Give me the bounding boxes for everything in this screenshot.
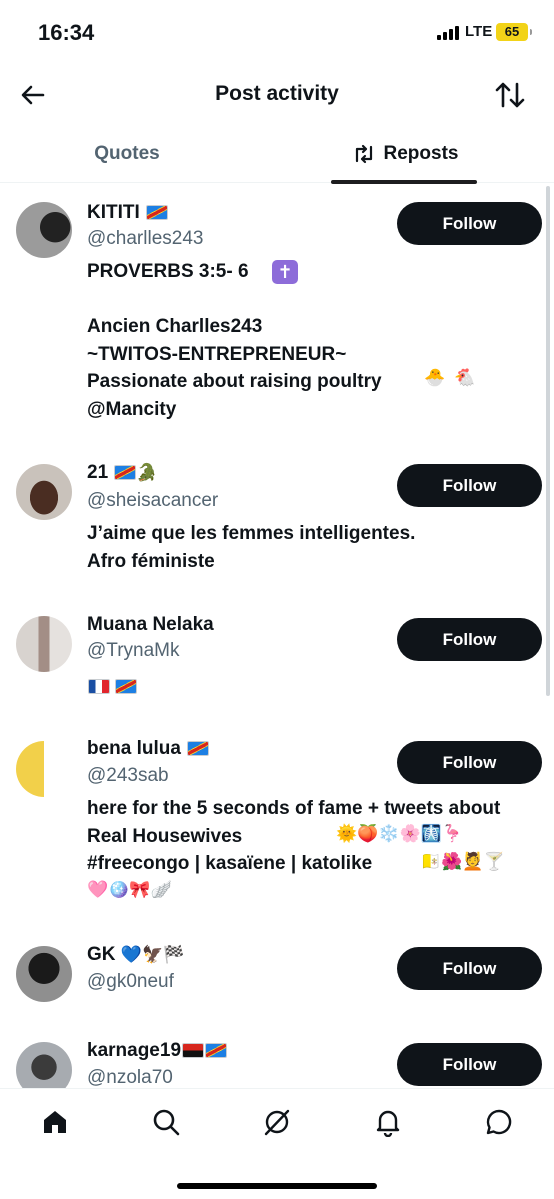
- user-handle[interactable]: @gk0neuf: [87, 971, 174, 993]
- follow-button[interactable]: Follow: [397, 202, 542, 245]
- list-item[interactable]: Muana Nelaka @TrynaMk Follow: [0, 608, 554, 738]
- messages-icon[interactable]: [484, 1107, 514, 1137]
- flamingo-icon: 🦩: [441, 824, 464, 843]
- list-item[interactable]: 21 🐊 @sheisacancer J’aime que les femmes…: [0, 456, 554, 608]
- checkered-flag-icon: 🏁: [163, 944, 185, 964]
- page-title: Post activity: [215, 82, 339, 105]
- battery-icon: 65: [496, 23, 532, 41]
- avatar[interactable]: [16, 616, 72, 672]
- vatican-flag-icon: 🇻🇦: [420, 852, 442, 871]
- cross-icon: ✝: [272, 260, 298, 284]
- notifications-icon[interactable]: [373, 1107, 403, 1138]
- follow-label: Follow: [442, 1054, 497, 1074]
- follow-label: Follow: [442, 629, 497, 649]
- name-text: karnage19: [87, 1040, 182, 1061]
- sort-icon[interactable]: [494, 80, 526, 110]
- drc-flag-icon: [114, 465, 137, 481]
- ribbon-icon: 🎀: [129, 880, 151, 899]
- chicken-icon: 🐔: [454, 368, 476, 387]
- follow-button[interactable]: Follow: [397, 1043, 542, 1086]
- user-name[interactable]: bena lulua: [87, 738, 210, 760]
- bottom-tab-bar: [0, 1088, 554, 1199]
- tab-quotes[interactable]: Quotes: [0, 124, 254, 183]
- name-text: GK: [87, 944, 116, 965]
- user-name[interactable]: GK 💙🦅🏁: [87, 944, 184, 966]
- repost-icon: [355, 144, 372, 163]
- name-text: bena lulua: [87, 738, 181, 759]
- list-item[interactable]: karnage19 @nzola70 Follow: [0, 1040, 554, 1088]
- signal-icon: [437, 26, 459, 40]
- home-indicator[interactable]: [177, 1183, 377, 1189]
- disco-ball-icon: 🪩: [108, 880, 130, 899]
- status-bar: 16:34 LTE 65: [0, 0, 554, 66]
- list-item[interactable]: GK 💙🦅🏁 @gk0neuf Follow: [0, 944, 554, 1040]
- blue-heart-icon: 💙: [120, 944, 142, 964]
- follow-button[interactable]: Follow: [397, 947, 542, 990]
- xray-icon: 🩻: [420, 824, 442, 843]
- france-flag-icon: [88, 679, 110, 695]
- name-text: 21: [87, 462, 109, 483]
- avatar[interactable]: [16, 464, 72, 520]
- follow-button[interactable]: Follow: [397, 741, 542, 784]
- list-item[interactable]: KITITI @charlles243 PROVERBS 3:5- 6 Anci…: [0, 184, 554, 456]
- wing-icon: 🪽: [150, 880, 172, 899]
- bio-emoji-group: 🇻🇦🌺💆🍸: [420, 852, 505, 872]
- reposts-list[interactable]: KITITI @charlles243 PROVERBS 3:5- 6 Anci…: [0, 184, 554, 1088]
- user-handle[interactable]: @sheisacancer: [87, 490, 218, 512]
- grok-icon[interactable]: [262, 1107, 292, 1137]
- snowflake-icon: ❄️: [378, 824, 400, 843]
- avatar[interactable]: [16, 202, 72, 258]
- avatar[interactable]: [16, 946, 72, 1002]
- peach-icon: 🍑: [357, 824, 379, 843]
- eagle-icon: 🦅: [141, 944, 164, 964]
- follow-button[interactable]: Follow: [397, 618, 542, 661]
- hatching-chick-icon: 🐣: [424, 368, 446, 387]
- follow-label: Follow: [442, 475, 497, 495]
- blossom-icon: 🌸: [399, 824, 421, 843]
- pink-heart-icon: 🩷: [87, 880, 109, 899]
- avatar[interactable]: [16, 741, 72, 797]
- user-handle[interactable]: @nzola70: [87, 1067, 173, 1088]
- user-name[interactable]: KITITI: [87, 202, 169, 224]
- activity-tabs: Quotes Reposts: [0, 124, 554, 184]
- user-bio: PROVERBS 3:5- 6 Ancien Charlles243 ~TWIT…: [87, 261, 382, 420]
- user-name[interactable]: 21 🐊: [87, 462, 158, 484]
- follow-label: Follow: [442, 752, 497, 772]
- drc-flag-icon: [205, 1043, 228, 1059]
- user-name[interactable]: karnage19: [87, 1040, 228, 1062]
- follow-button[interactable]: Follow: [397, 464, 542, 507]
- network-label: LTE: [465, 23, 493, 40]
- drc-flag-icon: [146, 205, 169, 221]
- crocodile-icon: 🐊: [136, 462, 158, 482]
- user-handle[interactable]: @243sab: [87, 765, 169, 787]
- drc-flag-icon: [187, 741, 210, 757]
- sun-icon: 🌞: [336, 824, 358, 843]
- follow-label: Follow: [442, 213, 497, 233]
- user-bio-flags: [87, 678, 138, 696]
- hibiscus-icon: 🌺: [441, 852, 463, 871]
- follow-label: Follow: [442, 958, 497, 978]
- avatar[interactable]: [16, 1042, 72, 1088]
- name-text: KITITI: [87, 202, 140, 223]
- angola-flag-icon: [182, 1043, 205, 1059]
- home-icon[interactable]: [40, 1107, 70, 1137]
- tab-reposts[interactable]: Reposts: [300, 124, 510, 184]
- hair-care-icon: 💆: [462, 852, 484, 871]
- user-bio: J’aime que les femmes intelligentes. Afr…: [87, 523, 416, 572]
- user-handle[interactable]: @TrynaMk: [87, 640, 179, 662]
- tab-label: Quotes: [94, 142, 160, 164]
- status-time: 16:34: [38, 20, 95, 45]
- drc-flag-icon: [115, 679, 138, 695]
- user-handle[interactable]: @charlles243: [87, 228, 203, 250]
- tab-label: Reposts: [383, 142, 459, 164]
- user-name[interactable]: Muana Nelaka: [87, 614, 214, 636]
- list-item[interactable]: bena lulua @243sab here for the 5 second…: [0, 738, 554, 944]
- cocktail-icon: 🍸: [483, 852, 505, 871]
- bio-emoji-group: 🌞🍑❄️🌸🩻🦩: [336, 824, 463, 844]
- search-icon[interactable]: [151, 1107, 181, 1137]
- header: Post activity: [0, 66, 554, 124]
- bio-emoji-group: 🩷🪩🎀🪽: [87, 880, 172, 900]
